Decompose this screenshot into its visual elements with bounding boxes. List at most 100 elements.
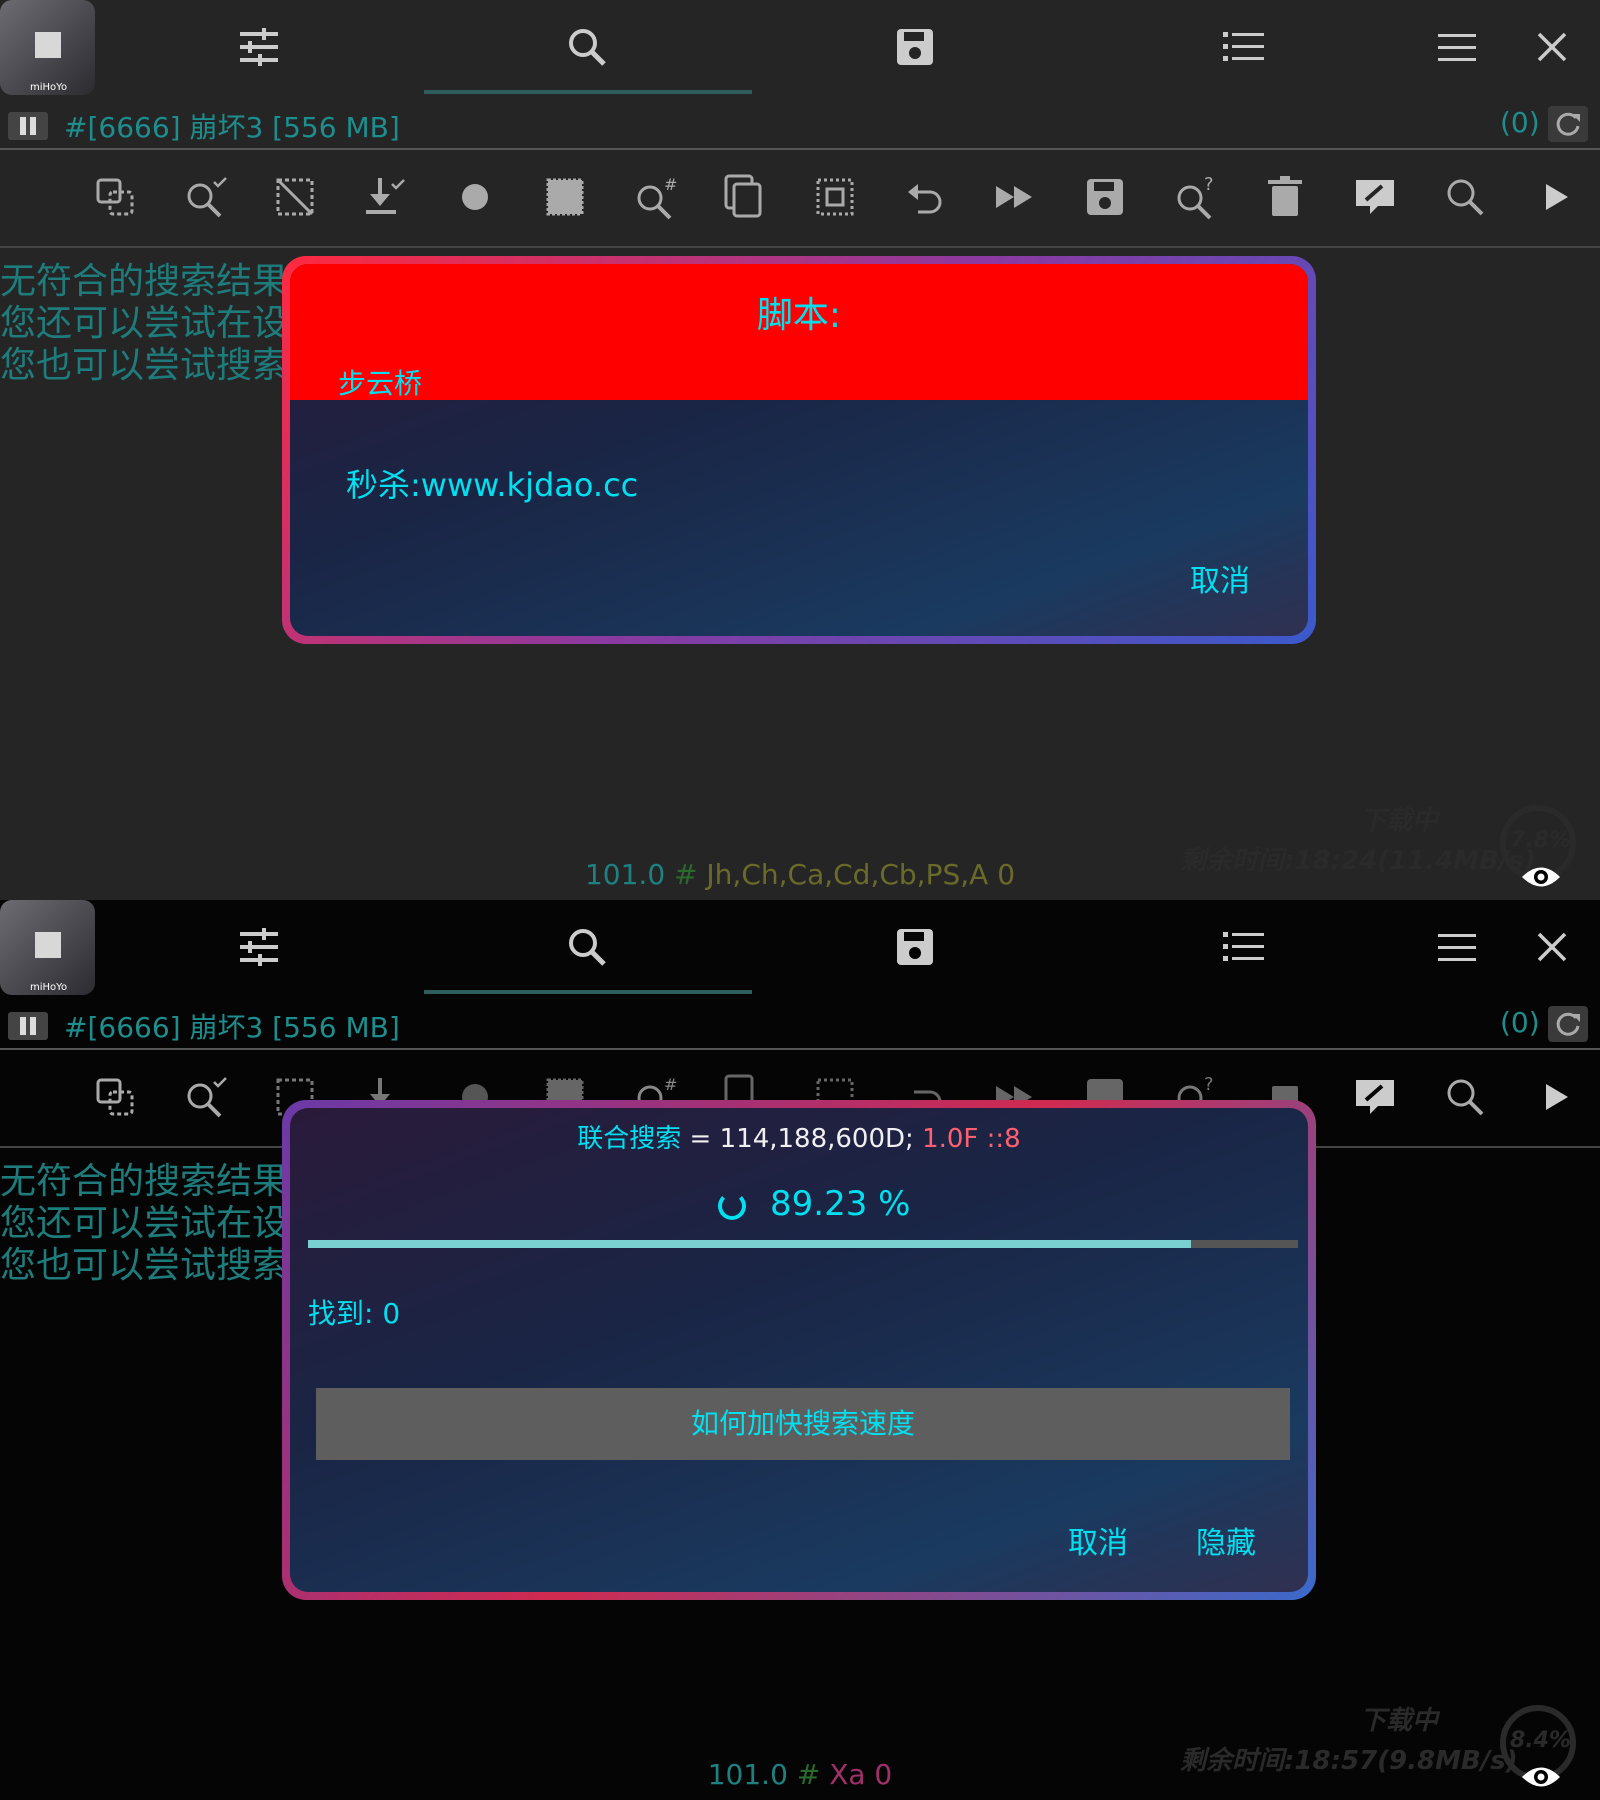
refresh-icon[interactable]	[1548, 106, 1588, 142]
copy-icon	[724, 174, 762, 218]
toolbar-search-unknown-button[interactable]: ?	[1170, 172, 1220, 228]
dialog-subtitle: 步云桥	[338, 367, 423, 400]
panel-top: miHoYo #[6666] 崩坏3 [556 MB] (0) # ? 您也可以…	[0, 0, 1600, 900]
sliders-icon	[240, 28, 278, 66]
toolbar-delete-button[interactable]	[1260, 172, 1310, 228]
tab-settings[interactable]	[234, 22, 284, 72]
toolbar-refine-button[interactable]	[180, 172, 230, 228]
tab-search[interactable]	[562, 22, 612, 72]
search-query-extra: 1.0F ::8	[913, 1124, 1021, 1154]
footer-types: Xa 0	[829, 1758, 893, 1791]
search-check-icon	[187, 1077, 227, 1118]
search-progress-fill	[308, 1240, 1192, 1248]
toolbar-copy-button[interactable]	[720, 172, 770, 228]
search-progress-bar	[308, 1240, 1298, 1248]
process-bar: #[6666] 崩坏3 [556 MB] (0)	[0, 104, 1600, 148]
search-query-label: 联合搜索	[577, 1124, 682, 1154]
toolbar: # ?	[90, 172, 1600, 228]
search-percent: 89.23 %	[770, 1184, 911, 1224]
eye-icon[interactable]	[1520, 862, 1562, 892]
toolbar-load-button[interactable]	[360, 172, 410, 228]
top-bar: miHoYo	[0, 900, 1600, 1000]
toolbar-select-all-button[interactable]	[540, 172, 590, 228]
download-time: 剩余时间:18:57(9.8MB/s)	[1180, 1746, 1518, 1776]
save-icon	[897, 29, 933, 65]
process-bar: #[6666] 崩坏3 [556 MB] (0)	[0, 1004, 1600, 1048]
download-check-icon	[366, 178, 405, 214]
dialog-title: 脚本:	[756, 295, 842, 336]
result-count: (0)	[1500, 1006, 1540, 1039]
menu-button[interactable]	[1432, 922, 1482, 972]
divider	[0, 1048, 1600, 1050]
tab-settings[interactable]	[234, 922, 284, 972]
divider	[0, 246, 1600, 248]
toolbar-refine-button[interactable]	[180, 1072, 230, 1128]
select-edit-icon	[96, 178, 134, 216]
toolbar-record-button[interactable]	[450, 172, 500, 228]
close-button[interactable]	[1527, 922, 1577, 972]
app-stop-button[interactable]: miHoYo	[0, 900, 95, 995]
toolbar-edit-select-button[interactable]	[90, 172, 140, 228]
hide-button[interactable]: 隐藏	[1196, 1518, 1256, 1562]
toolbar-play-button[interactable]	[1530, 172, 1580, 228]
cancel-button[interactable]: 取消	[1068, 1518, 1128, 1562]
toolbar-undo-button[interactable]	[900, 172, 950, 228]
tab-list[interactable]	[1218, 22, 1268, 72]
toolbar-save-button[interactable]	[1080, 172, 1130, 228]
footer-types: Jh,Ch,Ca,Cd,Cb,PS,A 0	[706, 858, 1016, 891]
toolbar-deselect-button[interactable]	[270, 172, 320, 228]
close-button[interactable]	[1527, 22, 1577, 72]
refresh-icon[interactable]	[1548, 1006, 1588, 1042]
stop-icon	[35, 932, 61, 958]
tab-list[interactable]	[1218, 922, 1268, 972]
top-bar: miHoYo	[0, 0, 1600, 100]
toolbar-edit-button[interactable]	[1350, 172, 1400, 228]
eye-icon[interactable]	[1520, 1762, 1562, 1792]
stop-icon	[35, 32, 61, 58]
script-dialog: 脚本: 步云桥 秒杀:www.kjdao.cc 取消	[282, 256, 1316, 644]
app-stop-button[interactable]: miHoYo	[0, 0, 95, 95]
hamburger-icon	[1438, 34, 1476, 61]
script-dialog-body: 脚本: 步云桥 秒杀:www.kjdao.cc 取消	[290, 264, 1308, 636]
search-icon	[569, 929, 606, 966]
process-title[interactable]: #[6666] 崩坏3 [556 MB]	[64, 106, 400, 146]
search-query: 联合搜索 = 114,188,600D; 1.0F ::8	[290, 1118, 1308, 1155]
svg-text:#: #	[664, 1075, 677, 1094]
sliders-icon	[240, 928, 278, 966]
toolbar-fast-forward-button[interactable]	[990, 172, 1040, 228]
toolbar-edit-select-button[interactable]	[90, 1072, 140, 1128]
toolbar-search-button[interactable]	[1440, 172, 1490, 228]
speed-help-button[interactable]: 如何加快搜索速度	[316, 1388, 1290, 1460]
play-icon	[1546, 184, 1568, 210]
search-check-icon	[187, 177, 227, 218]
process-title[interactable]: #[6666] 崩坏3 [556 MB]	[64, 1006, 400, 1046]
footer-number: 101.0	[584, 858, 666, 891]
close-icon	[1537, 32, 1567, 62]
pause-icon[interactable]	[8, 112, 48, 140]
edit-comment-icon	[1356, 1080, 1394, 1114]
tab-saved[interactable]	[890, 922, 940, 972]
cancel-button[interactable]: 取消	[1190, 556, 1250, 600]
search-icon	[1447, 179, 1484, 216]
toolbar-search-button[interactable]	[1440, 1072, 1490, 1128]
save-icon	[897, 929, 933, 965]
search-progress-dialog: 联合搜索 = 114,188,600D; 1.0F ::8 89.23 % 找到…	[282, 1100, 1316, 1600]
search-progress-dialog-body: 联合搜索 = 114,188,600D; 1.0F ::8 89.23 % 找到…	[290, 1108, 1308, 1592]
footer-hash: #	[674, 858, 698, 891]
footer-number: 101.0	[707, 1758, 788, 1791]
search-query-value: = 114,188,600D;	[681, 1124, 914, 1154]
script-dialog-header: 脚本: 步云桥	[290, 264, 1308, 400]
hamburger-icon	[1438, 934, 1476, 961]
tab-search[interactable]	[562, 922, 612, 972]
toolbar-select-region-button[interactable]	[810, 172, 860, 228]
toolbar-search-number-button[interactable]: #	[630, 172, 680, 228]
fast-forward-icon	[996, 186, 1032, 208]
toolbar-play-button[interactable]	[1530, 1072, 1580, 1128]
divider	[0, 148, 1600, 150]
svg-text:?: ?	[1204, 174, 1214, 195]
record-icon	[462, 184, 488, 210]
tab-saved[interactable]	[890, 22, 940, 72]
menu-button[interactable]	[1432, 22, 1482, 72]
pause-icon[interactable]	[8, 1012, 48, 1040]
toolbar-edit-button[interactable]	[1350, 1072, 1400, 1128]
